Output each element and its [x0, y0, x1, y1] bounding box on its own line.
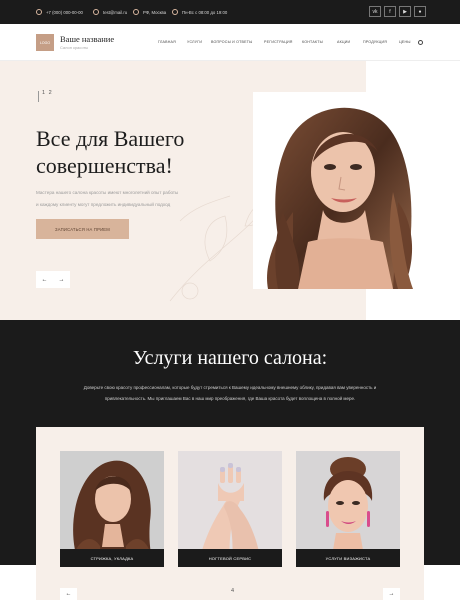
hero-title: Все для Вашего совершенства! — [36, 125, 256, 179]
nav-contacts[interactable]: КОНТАКТЫ — [302, 40, 323, 44]
service-card-makeup[interactable]: УСЛУГИ ВИЗАЖИСТА — [296, 451, 400, 567]
service-label-nails: НОГТЕВОЙ СЕРВИС — [178, 549, 282, 567]
city-text: РФ, Москва — [143, 9, 167, 15]
hero-portrait-image — [253, 92, 424, 289]
brand-subtitle: Салон красоты — [60, 45, 89, 50]
brand-name[interactable]: Ваше название — [60, 34, 114, 44]
vk-icon[interactable]: vk — [369, 6, 381, 17]
city-info: РФ, Москва — [133, 0, 166, 24]
nav-services[interactable]: УСЛУГИ — [187, 40, 202, 44]
hero-text-line1: Мастера нашего салона красоты имеют мног… — [36, 190, 179, 195]
site-header: LOGO Ваше название Салон красоты ГЛАВНАЯ… — [0, 24, 460, 61]
services-next-arrow-icon[interactable]: → — [383, 588, 400, 600]
services-title: Услуги нашего салона: — [132, 347, 328, 369]
slide-current: 1 — [42, 90, 46, 96]
location-icon — [133, 9, 139, 15]
yt-icon[interactable]: ▶ — [399, 6, 411, 17]
service-label-haircut: СТРИЖКА, УКЛАДКА — [60, 549, 164, 567]
email-text: test@mail.ru — [103, 9, 128, 15]
nav-register[interactable]: РЕГИСТРАЦИЯ — [264, 40, 293, 44]
nav-faq[interactable]: ВОПРОСЫ И ОТВЕТЫ — [211, 40, 253, 44]
nav-products[interactable]: ПРОДУКЦИЯ — [363, 40, 387, 44]
services-description: Доверьте свою красоту профессионалам, ко… — [58, 382, 402, 404]
logo[interactable]: LOGO — [36, 34, 54, 51]
fb-icon[interactable]: f — [384, 6, 396, 17]
slide-indicator: 1 2 — [38, 90, 52, 96]
top-bar: +7 (000) 000-00-00 test@mail.ru РФ, Моск… — [0, 0, 460, 24]
book-appointment-button[interactable]: ЗАПИСАТЬСЯ НА ПРИЕМ — [36, 219, 129, 239]
slide-next: 2 — [48, 90, 52, 96]
hero-title-line1: Все для Вашего — [36, 126, 185, 151]
nav-home[interactable]: ГЛАВНАЯ — [158, 40, 176, 44]
nav-promos[interactable]: АКЦИИ — [337, 40, 350, 44]
clock-icon — [172, 9, 178, 15]
services-text-line2: привлекательность. Мы приглашаем Вас в н… — [104, 396, 356, 401]
hours-info: Пн-Вс с 08:00 до 19:00 — [172, 0, 227, 24]
email-contact[interactable]: test@mail.ru — [93, 0, 127, 24]
hero-text-line2: и каждому клиенту могут предложить индив… — [36, 202, 171, 207]
hours-text: Пн-Вс с 08:00 до 19:00 — [182, 9, 228, 15]
hero-title-line2: совершенства! — [36, 153, 173, 178]
services-prev-arrow-icon[interactable]: ← — [60, 588, 77, 600]
ok-icon[interactable]: ● — [414, 6, 426, 17]
services-slide-number: 4 — [231, 588, 235, 594]
services-text-line1: Доверьте свою красоту профессионалам, ко… — [83, 385, 377, 390]
hero-prev-arrow-icon[interactable]: ← — [36, 271, 53, 288]
service-card-nails[interactable]: НОГТЕВОЙ СЕРВИС — [178, 451, 282, 567]
search-icon[interactable] — [418, 40, 423, 45]
hero-next-arrow-icon[interactable]: → — [53, 271, 70, 288]
hero-section: 1 2 Все для Вашего совершенства! Мастера… — [0, 61, 460, 320]
hero-description: Мастера нашего салона красоты имеют мног… — [36, 187, 236, 211]
mail-icon — [93, 9, 99, 15]
service-card-haircut[interactable]: СТРИЖКА, УКЛАДКА — [60, 451, 164, 567]
service-label-makeup: УСЛУГИ ВИЗАЖИСТА — [296, 549, 400, 567]
phone-text: +7 (000) 000-00-00 — [46, 9, 83, 15]
phone-icon — [36, 9, 42, 15]
phone-contact[interactable]: +7 (000) 000-00-00 — [36, 0, 83, 24]
nav-prices[interactable]: ЦЕНЫ — [399, 40, 411, 44]
